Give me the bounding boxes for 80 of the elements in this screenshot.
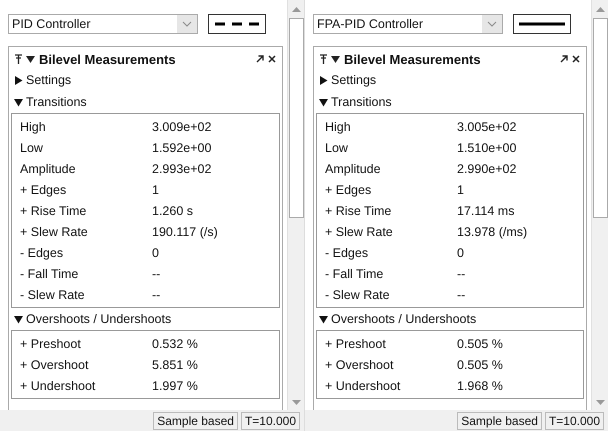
section-header[interactable]: Overshoots / Undershoots [11, 308, 280, 330]
status-mode: Sample based [153, 412, 238, 430]
measurement-name: + Edges [325, 182, 372, 196]
measurement-value: -- [457, 266, 466, 280]
measurement-value: 17.114 ms [457, 204, 514, 218]
measurement-name: High [325, 120, 352, 134]
dashed-line-icon [213, 22, 261, 26]
measurement-value: 0.532 % [152, 336, 198, 350]
chevron-down-icon [487, 21, 497, 27]
solid-line-icon [518, 22, 566, 26]
controller-dropdown[interactable]: FPA-PID Controller [313, 14, 503, 34]
measurement-value: 1.510e+00 [457, 140, 516, 154]
measurement-value: 5.851 % [152, 358, 198, 372]
vertical-scrollbar[interactable] [287, 0, 304, 410]
collapse-triangle-icon[interactable] [331, 55, 340, 63]
measurement-name: + Preshoot [20, 336, 82, 350]
measurement-value: 190.117 (/s) [152, 224, 218, 238]
panel-title: Bilevel Measurements [344, 52, 481, 66]
close-icon[interactable] [268, 55, 276, 63]
measurement-value: 1 [152, 182, 159, 196]
status-time: T=10.000 [240, 412, 300, 430]
scroll-thumb[interactable] [288, 18, 304, 218]
measurement-value: 13.978 (/ms) [457, 224, 528, 238]
measurement-value: 1.260 s [152, 204, 194, 218]
measurement-name: + Slew Rate [325, 224, 394, 238]
measurement-value: 0 [152, 246, 159, 260]
section-header[interactable]: Transitions [11, 91, 280, 113]
measurement-value: 2.990e+02 [457, 162, 516, 176]
measurement-name: Amplitude [20, 162, 77, 176]
measurement-name: + Overshoot [20, 358, 90, 372]
measurement-name: Low [325, 140, 349, 154]
section-header[interactable]: Settings [11, 69, 280, 91]
line-style-button[interactable] [513, 14, 571, 34]
section-header[interactable]: Settings [316, 69, 584, 91]
controller-dropdown[interactable]: PID Controller [8, 14, 198, 34]
measurement-name: + Overshoot [325, 358, 394, 372]
panel-title: Bilevel Measurements [39, 52, 176, 66]
measurement-name: + Edges [20, 182, 68, 196]
measurement-name: High [20, 120, 47, 134]
measurement-name: - Slew Rate [20, 288, 86, 302]
section-header[interactable]: Transitions [316, 91, 584, 113]
measurement-name: - Fall Time [325, 266, 384, 280]
measurement-value: 1.997 % [152, 378, 198, 392]
undock-arrow-icon[interactable] [256, 55, 264, 63]
close-icon[interactable] [572, 55, 580, 63]
measurement-name: + Rise Time [20, 204, 88, 218]
measurement-name: + Preshoot [325, 336, 387, 350]
measurement-value: 0 [457, 246, 464, 260]
measurement-name: + Undershoot [20, 378, 96, 392]
chevron-down-icon [182, 21, 192, 27]
measurement-value: -- [152, 266, 160, 280]
vertical-scrollbar[interactable] [591, 0, 608, 410]
measurement-name: + Undershoot [325, 378, 402, 392]
status-mode: Sample based [457, 412, 542, 430]
status-time: T=10.000 [544, 412, 604, 430]
measurement-name: - Slew Rate [325, 288, 391, 302]
measurement-name: - Edges [20, 246, 64, 260]
measurement-value: -- [152, 288, 160, 302]
measurement-name: Low [20, 140, 44, 154]
collapse-triangle-icon[interactable] [26, 55, 35, 63]
measurement-value: 1.592e+00 [152, 140, 212, 154]
measurement-value: 2.993e+02 [152, 162, 212, 176]
measurement-value: 3.005e+02 [457, 120, 516, 134]
undock-arrow-icon[interactable] [560, 55, 568, 63]
measurement-value: 0.505 % [457, 336, 503, 350]
measurement-value: -- [457, 288, 466, 302]
measurement-value: 1.968 % [457, 378, 503, 392]
measurement-value: 1 [457, 182, 464, 196]
measurement-name: - Fall Time [20, 266, 80, 280]
measurement-name: Amplitude [325, 162, 382, 176]
measurement-name: - Edges [325, 246, 370, 260]
pin-icon [15, 54, 22, 64]
line-style-button[interactable] [208, 14, 266, 34]
section-header[interactable]: Overshoots / Undershoots [316, 308, 584, 330]
measurement-value: 0.505 % [457, 358, 503, 372]
scroll-thumb[interactable] [592, 18, 608, 218]
measurement-value: 3.009e+02 [152, 120, 212, 134]
measurement-name: + Rise Time [325, 204, 392, 218]
pin-icon [320, 54, 327, 64]
measurement-name: + Slew Rate [20, 224, 89, 238]
